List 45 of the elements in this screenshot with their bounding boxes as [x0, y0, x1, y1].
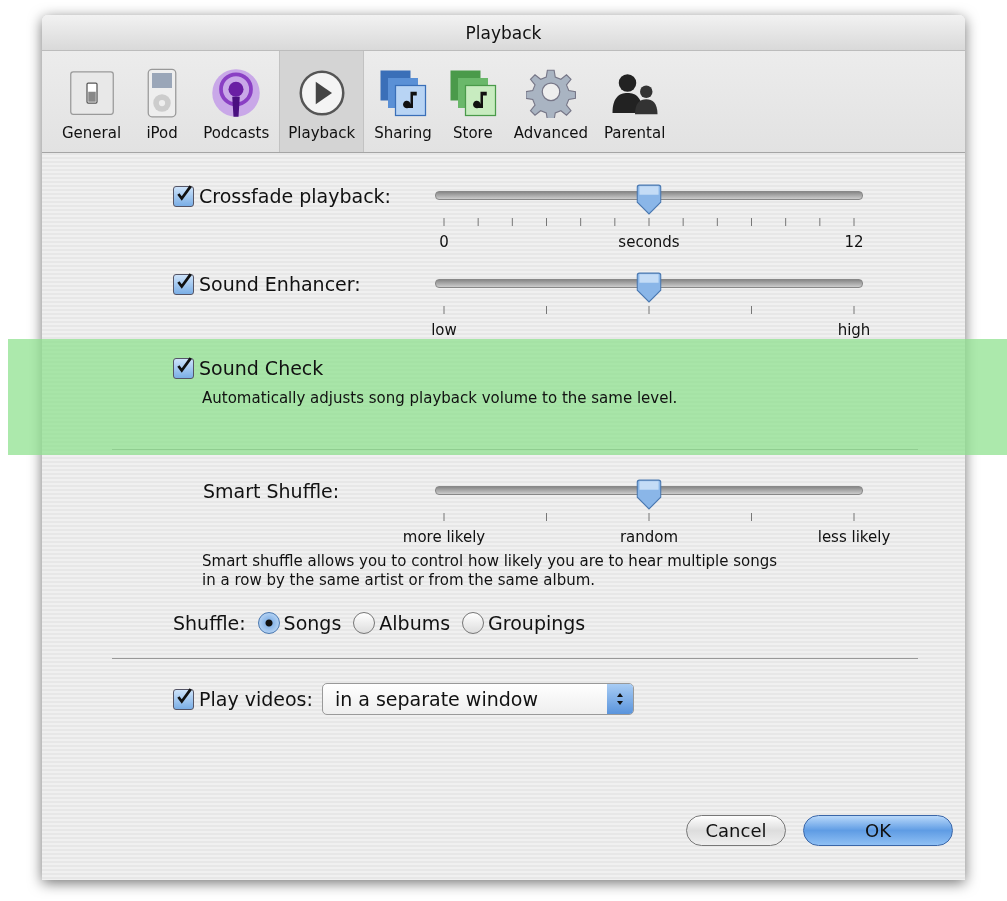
toolbar-tab[interactable]: General — [56, 51, 128, 152]
checkbox[interactable] — [173, 357, 194, 379]
checkbox-label: Sound Check — [199, 357, 324, 379]
slider-thumb[interactable] — [636, 183, 662, 215]
scale-label: low — [431, 321, 457, 339]
slider-thumb[interactable] — [636, 271, 662, 303]
ok-button[interactable]: OK — [803, 815, 953, 846]
slider-label: Smart Shuffle: — [203, 480, 340, 502]
music-documents-icon — [378, 68, 429, 118]
toolbar-tab[interactable]: Advanced — [507, 51, 594, 152]
toolbar-tab[interactable]: Store — [441, 51, 504, 152]
radio-option[interactable]: Albums — [353, 612, 451, 634]
checkbox[interactable] — [173, 688, 194, 710]
scale-label: seconds — [618, 233, 680, 251]
description-text: Automatically adjusts song playback volume to the same level. — [202, 389, 679, 408]
radio-option[interactable]: Groupings — [462, 612, 586, 634]
popup-menu[interactable]: in a separate window — [321, 683, 634, 715]
checkbox-label: Play videos: — [199, 688, 313, 710]
toolbar-tab[interactable]: iPod — [131, 51, 194, 152]
slider[interactable] — [435, 271, 863, 303]
toolbar-tab[interactable]: Playback — [279, 51, 365, 152]
window-title: Playback — [465, 22, 542, 43]
scale-label: high — [837, 321, 871, 339]
slider-thumb[interactable] — [636, 478, 662, 510]
checkbox[interactable] — [173, 185, 194, 207]
stepper-arrows-icon — [606, 684, 633, 714]
description-text: Smart shuffle allows you to control how likely you are to hear multiple songs in a row by the same artist or from the same album. — [202, 552, 779, 590]
shuffle-label: Shuffle: — [173, 612, 246, 634]
slider[interactable] — [435, 183, 863, 215]
gear-icon — [525, 68, 576, 118]
cancel-button[interactable]: Cancel — [686, 815, 786, 846]
broadcast-icon — [211, 68, 262, 118]
toolbar-tab[interactable]: Podcasts — [197, 51, 276, 152]
slider-label: Sound Enhancer: — [199, 273, 361, 295]
radio-option[interactable]: Songs — [257, 612, 342, 634]
toolbar-tab[interactable]: Sharing — [368, 51, 438, 152]
scale-label: less likely — [817, 528, 891, 546]
slider-label: Crossfade playback: — [199, 185, 391, 207]
scale-label: 12 — [844, 233, 864, 251]
scale-label: random — [619, 528, 679, 546]
checkbox[interactable] — [173, 273, 194, 295]
toolbar-tab[interactable]: Parental — [597, 51, 672, 152]
slider[interactable] — [435, 478, 863, 510]
scale-label: more likely — [402, 528, 486, 546]
scale-label: 0 — [439, 233, 449, 251]
